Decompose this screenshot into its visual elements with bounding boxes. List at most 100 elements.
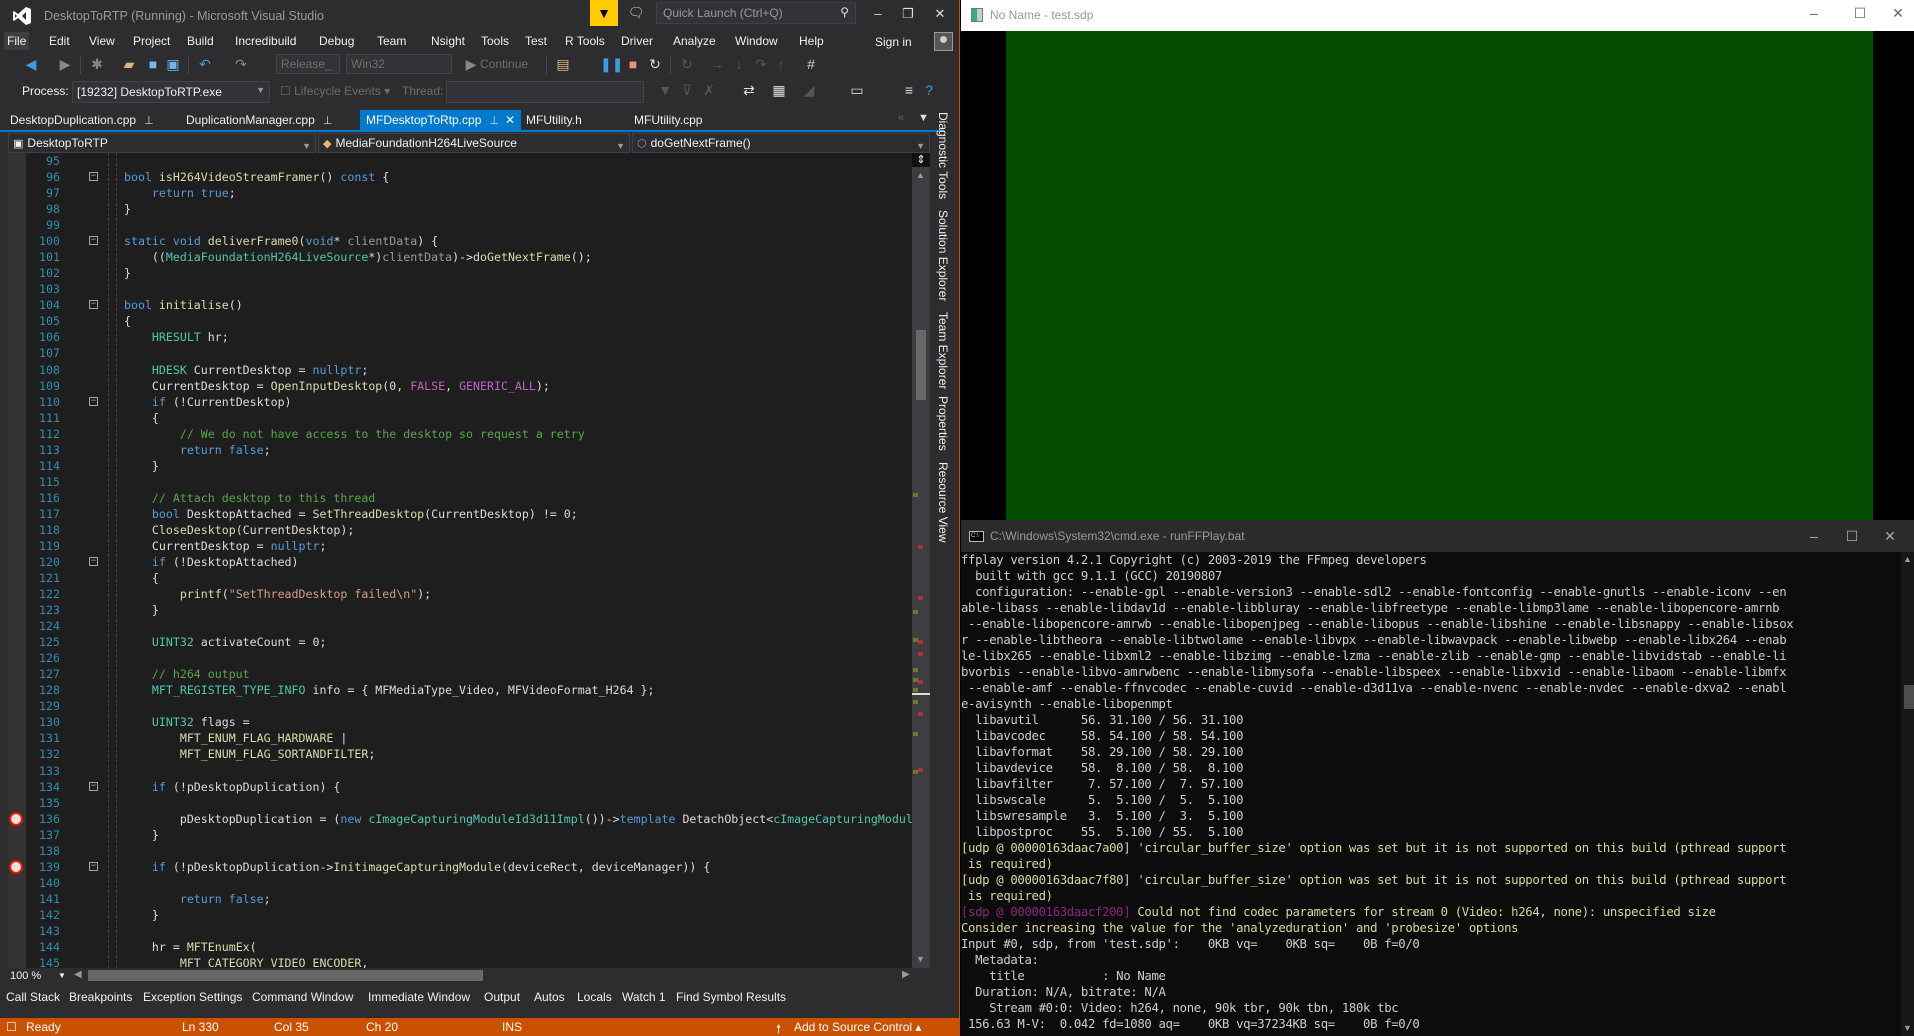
scroll-up-icon[interactable]: ▲ — [916, 170, 925, 180]
pin-icon[interactable]: ⊥ — [144, 115, 154, 127]
minimize-button[interactable]: – — [866, 4, 890, 24]
menu-tools[interactable]: Tools — [478, 32, 512, 50]
filter-threads-icon[interactable]: ⊽ — [678, 81, 696, 99]
quick-info-icon[interactable]: ? — [920, 81, 938, 99]
tool-tab-autos[interactable]: Autos — [534, 990, 565, 1004]
step-up-icon[interactable]: ↑ — [772, 55, 790, 73]
attach-process-icon[interactable]: ▤ — [554, 55, 572, 73]
maximize-button[interactable]: ☐ — [1845, 5, 1875, 22]
member-dropdown[interactable]: ⬡ doGetNextFrame() ▼ — [632, 133, 930, 153]
open-file-icon[interactable]: ▰ — [120, 55, 138, 73]
menu-window[interactable]: Window — [732, 32, 781, 50]
console-scrollbar-thumb[interactable] — [1904, 685, 1914, 709]
menu-help[interactable]: Help — [796, 32, 827, 50]
side-tab-solution-explorer[interactable]: Solution Explorer — [936, 210, 950, 301]
menu-analyze[interactable]: Analyze — [670, 32, 719, 50]
stop-icon[interactable]: ■ — [624, 55, 642, 73]
menu-file[interactable]: File — [4, 32, 30, 50]
lifecycle-events-dropdown[interactable]: ☐ Lifecycle Events ▾ — [280, 84, 390, 98]
stack-frame-icon[interactable]: ▦ — [770, 81, 788, 99]
zoom-level-dropdown[interactable]: 100 % ▼ — [8, 968, 70, 984]
tool-tab-call-stack[interactable]: Call Stack — [6, 990, 60, 1004]
tab-list-dropdown-icon[interactable]: ▼ — [918, 112, 929, 124]
step-into-icon[interactable]: → — [708, 55, 726, 73]
menu-test[interactable]: Test — [522, 32, 550, 50]
menu-driver[interactable]: Driver — [618, 32, 656, 50]
restart-icon[interactable]: ↻ — [646, 55, 664, 73]
pause-icon[interactable]: ❚❚ — [600, 55, 623, 73]
feedback-icon[interactable]: 🗨 — [628, 5, 645, 21]
tool-tab-watch-1[interactable]: Watch 1 — [622, 990, 666, 1004]
minimize-button[interactable]: – — [1799, 528, 1829, 544]
tool-tab-immediate-window[interactable]: Immediate Window — [368, 990, 470, 1004]
hex-display-icon[interactable]: # — [802, 55, 820, 73]
menu-debug[interactable]: Debug — [316, 32, 357, 50]
pin-icon[interactable]: ⊥ — [489, 115, 499, 127]
notifications-filter-button[interactable]: ▼ — [590, 0, 618, 26]
tool-tab-output[interactable]: Output — [484, 990, 520, 1004]
scroll-up-icon[interactable]: ▲ — [1903, 554, 1912, 564]
collapse-icon[interactable]: − — [89, 861, 98, 871]
flag-icon[interactable]: ✗ — [700, 81, 718, 99]
code-editor[interactable]: 95 96 − bool isH264VideoStreamFramer() cons… — [8, 153, 912, 968]
split-editor-handle[interactable]: ⇕ — [912, 153, 930, 167]
menu-team[interactable]: Team — [374, 32, 409, 50]
configuration-dropdown[interactable]: Release_ — [276, 54, 340, 74]
show-next-statement-icon[interactable]: ↻ — [678, 55, 696, 73]
menu-incredibuild[interactable]: Incredibuild — [232, 32, 299, 50]
tab-mfutility-cpp[interactable]: MFUtility.cpp — [628, 110, 708, 130]
navigate-back-icon[interactable]: ◀ — [22, 55, 40, 73]
quick-launch-input[interactable]: Quick Launch (Ctrl+Q) ⚲ — [656, 2, 856, 24]
scroll-down-icon[interactable]: ▼ — [1903, 1023, 1912, 1033]
tool-tab-command-window[interactable]: Command Window — [252, 990, 353, 1004]
collapse-icon[interactable]: − — [89, 300, 98, 310]
process-dropdown[interactable]: [19232] DesktopToRTP.exe ▼ — [72, 81, 270, 103]
maximize-button[interactable]: ❐ — [896, 4, 920, 24]
breakpoint-icon[interactable] — [9, 811, 23, 826]
comment-icon[interactable]: ▭ — [848, 81, 866, 99]
breakpoint-icon[interactable] — [9, 859, 23, 874]
filter-icon[interactable]: ▼ — [656, 81, 674, 99]
menu-edit[interactable]: Edit — [46, 32, 73, 50]
menu-build[interactable]: Build — [184, 32, 217, 50]
collapse-icon[interactable]: − — [89, 396, 98, 406]
indent-icon[interactable]: ≡ — [900, 81, 918, 99]
save-icon[interactable]: ■ — [144, 55, 162, 73]
sign-in-link[interactable]: Sign in — [875, 32, 912, 52]
side-tab-team-explorer[interactable]: Team Explorer — [936, 312, 950, 389]
tab-duplicationmanager-cpp[interactable]: DuplicationManager.cpp ⊥ — [180, 110, 338, 130]
side-tab-diagnostic-tools[interactable]: Diagnostic Tools — [936, 112, 950, 199]
project-dropdown[interactable]: ▣ DesktopToRTP ▼ — [8, 133, 316, 153]
step-out-icon[interactable]: ↷ — [752, 55, 770, 73]
collapse-icon[interactable]: − — [89, 781, 98, 791]
debug-icon[interactable]: ◢ — [800, 81, 818, 99]
toggle-flag-icon[interactable]: ⇄ — [740, 81, 758, 99]
collapse-icon[interactable]: − — [89, 172, 98, 182]
close-tab-icon[interactable]: ✕ — [505, 113, 515, 127]
scroll-right-icon[interactable]: ▶ — [902, 969, 910, 980]
add-to-source-control-button[interactable]: Add to Source Control ▴ — [794, 1020, 921, 1034]
menu-nsight[interactable]: Nsight — [428, 32, 468, 50]
menu-r-tools[interactable]: R Tools — [562, 32, 608, 50]
scroll-down-icon[interactable]: ▼ — [916, 954, 925, 964]
minimize-button[interactable]: – — [1799, 5, 1829, 21]
scope-dropdown[interactable]: ◆ MediaFoundationH264LiveSource ▼ — [318, 133, 630, 153]
new-project-icon[interactable]: ✱ — [88, 55, 106, 73]
tab-mfdesktoptortp-cpp[interactable]: MFDesktopToRtp.cpp ⊥ ✕ — [360, 110, 522, 130]
step-over-icon[interactable]: ↓ — [730, 55, 748, 73]
close-button[interactable]: ✕ — [1875, 528, 1905, 545]
close-button[interactable]: ✕ — [1883, 5, 1913, 22]
console-scrollbar[interactable] — [1901, 552, 1914, 1036]
avatar[interactable] — [934, 32, 953, 51]
undo-icon[interactable]: ↶ — [196, 55, 214, 73]
tool-tab-breakpoints[interactable]: Breakpoints — [69, 990, 132, 1004]
scroll-tabs-left-icon[interactable]: « — [898, 112, 904, 124]
video-frame[interactable] — [1006, 31, 1873, 520]
maximize-button[interactable]: ☐ — [1837, 528, 1867, 545]
close-button[interactable]: ✕ — [928, 4, 952, 24]
vertical-scrollbar-thumb[interactable] — [916, 330, 926, 400]
horizontal-scrollbar-thumb[interactable] — [88, 970, 483, 981]
collapse-icon[interactable]: − — [89, 557, 98, 566]
thread-dropdown[interactable] — [446, 81, 644, 103]
redo-icon[interactable]: ↷ — [232, 55, 250, 73]
